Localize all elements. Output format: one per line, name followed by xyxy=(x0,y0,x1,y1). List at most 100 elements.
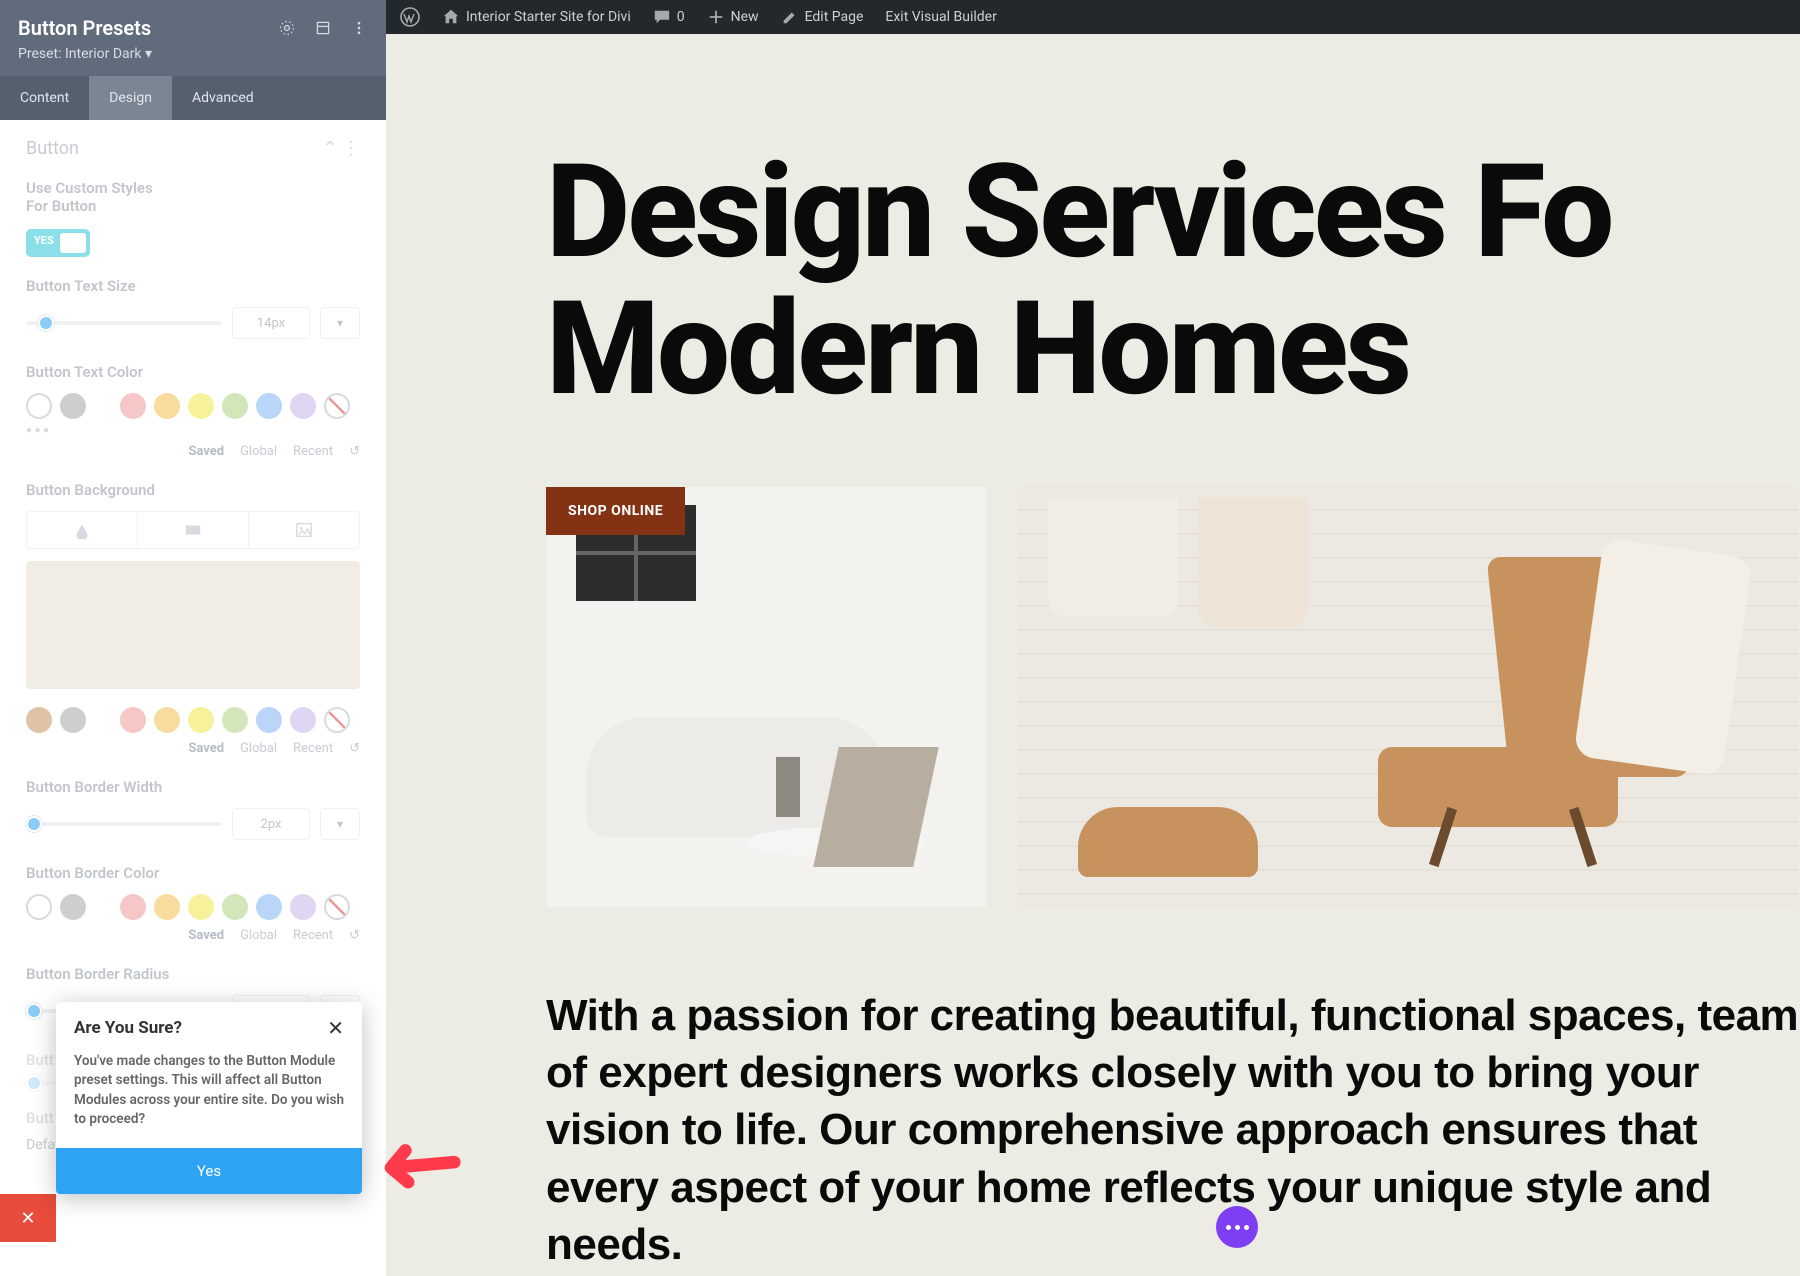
swatch[interactable] xyxy=(60,707,86,733)
new-label: New xyxy=(731,9,759,25)
confirm-modal: Are You Sure? ✕ You've made changes to t… xyxy=(56,1002,362,1194)
exit-vb-label: Exit Visual Builder xyxy=(885,9,996,25)
meta-recent[interactable]: Recent xyxy=(293,928,333,943)
swatch-none[interactable] xyxy=(324,707,350,733)
swatch[interactable] xyxy=(222,393,248,419)
swatch[interactable] xyxy=(290,894,316,920)
swatch[interactable] xyxy=(120,707,146,733)
hero-line1: Design Services Fo xyxy=(546,144,1800,281)
swatch-none[interactable] xyxy=(324,393,350,419)
edit-page-label: Edit Page xyxy=(805,9,864,25)
new-link[interactable]: New xyxy=(707,8,759,26)
more-icon[interactable] xyxy=(350,19,368,37)
page-preview: Design Services Fo Modern Homes SHOP ONL… xyxy=(386,34,1800,1276)
swatch[interactable] xyxy=(222,894,248,920)
swatches-text-color xyxy=(0,387,386,423)
swatch[interactable] xyxy=(222,707,248,733)
preset-select[interactable]: Preset: Interior Dark ▾ xyxy=(0,46,386,76)
edit-page-link[interactable]: Edit Page xyxy=(781,8,864,26)
modal-title: Are You Sure? xyxy=(74,1018,182,1038)
swatch[interactable] xyxy=(188,707,214,733)
shop-online-button[interactable]: SHOP ONLINE xyxy=(546,487,685,535)
panel-title: Button Presets xyxy=(18,16,151,40)
comments-count: 0 xyxy=(677,9,685,25)
meta-saved[interactable]: Saved xyxy=(188,444,224,459)
site-name-link[interactable]: Interior Starter Site for Divi xyxy=(442,8,631,26)
swatch[interactable] xyxy=(256,393,282,419)
swatch[interactable] xyxy=(60,393,86,419)
responsive-icon[interactable] xyxy=(314,19,332,37)
swatches-bg xyxy=(0,701,386,737)
swatch[interactable] xyxy=(26,707,52,733)
modal-yes-button[interactable]: Yes xyxy=(56,1148,362,1194)
bg-type-tabs xyxy=(26,511,360,549)
text-size-value[interactable]: 14px xyxy=(232,307,310,339)
swatch[interactable] xyxy=(120,393,146,419)
tab-content[interactable]: Content xyxy=(0,76,89,120)
reset-icon[interactable]: ↺ xyxy=(349,444,360,459)
swatches-border xyxy=(0,888,386,924)
section-button-title: Button xyxy=(26,138,79,159)
meta-recent[interactable]: Recent xyxy=(293,444,333,459)
comments-link[interactable]: 0 xyxy=(653,8,685,26)
toggle-use-custom[interactable]: YES xyxy=(26,229,90,257)
meta-saved[interactable]: Saved xyxy=(188,741,224,756)
exit-visual-builder-link[interactable]: Exit Visual Builder xyxy=(885,9,996,25)
toggle-yes-label: YES xyxy=(34,234,54,247)
swatch[interactable] xyxy=(188,393,214,419)
image-gallery: SHOP ONLINE xyxy=(386,417,1800,907)
reset-icon[interactable]: ↺ xyxy=(349,928,360,943)
preset-label: Preset: Interior Dark xyxy=(18,46,142,62)
wp-admin-bar: Interior Starter Site for Divi 0 New Edi… xyxy=(386,0,1800,34)
meta-global[interactable]: Global xyxy=(240,741,277,756)
slider-text-size[interactable] xyxy=(26,321,222,325)
bg-tab-gradient[interactable] xyxy=(138,512,249,548)
swatch[interactable] xyxy=(188,894,214,920)
slider-border-width[interactable] xyxy=(26,822,222,826)
meta-recent[interactable]: Recent xyxy=(293,741,333,756)
swatch[interactable] xyxy=(60,894,86,920)
swatch[interactable] xyxy=(154,707,180,733)
swatch[interactable] xyxy=(256,707,282,733)
modal-body: You've made changes to the Button Module… xyxy=(56,1048,362,1148)
settings-tabs: Content Design Advanced xyxy=(0,76,386,120)
bg-preview[interactable] xyxy=(26,561,360,689)
close-icon: ✕ xyxy=(20,1208,35,1229)
meta-global[interactable]: Global xyxy=(240,444,277,459)
meta-saved[interactable]: Saved xyxy=(188,928,224,943)
label-border-color: Button Border Color xyxy=(0,858,386,888)
swatch[interactable] xyxy=(154,393,180,419)
gallery-image-1: SHOP ONLINE xyxy=(546,487,986,907)
label-border-width: Button Border Width xyxy=(0,772,386,802)
swatch[interactable] xyxy=(26,393,52,419)
tab-design[interactable]: Design xyxy=(89,76,172,120)
modal-close-button[interactable]: ✕ xyxy=(327,1018,344,1038)
swatch-picker[interactable] xyxy=(26,894,52,920)
swatch[interactable] xyxy=(154,894,180,920)
label-background: Button Background xyxy=(0,475,386,505)
unit-select[interactable]: ▾ xyxy=(320,307,360,339)
swatch[interactable] xyxy=(290,393,316,419)
swatch[interactable] xyxy=(120,894,146,920)
sidebar-header: Button Presets Preset: Interior Dark ▾ C… xyxy=(0,0,386,120)
bg-tab-color[interactable] xyxy=(27,512,138,548)
swatch[interactable] xyxy=(256,894,282,920)
meta-global[interactable]: Global xyxy=(240,928,277,943)
label-use-custom: Use Custom Styles For Button xyxy=(0,173,180,221)
unit-select[interactable]: ▾ xyxy=(320,808,360,840)
chevron-down-icon: ▾ xyxy=(145,46,152,62)
reset-icon[interactable]: ↺ xyxy=(349,741,360,756)
border-width-value[interactable]: 2px xyxy=(232,808,310,840)
wp-logo-icon[interactable] xyxy=(400,7,420,27)
help-icon[interactable] xyxy=(278,19,296,37)
bg-tab-image[interactable] xyxy=(249,512,359,548)
cancel-button[interactable]: ✕ xyxy=(0,1194,56,1242)
hero-title: Design Services Fo Modern Homes xyxy=(386,34,1800,417)
collapse-icon[interactable]: ⌃ ⋮ xyxy=(322,138,360,159)
site-name: Interior Starter Site for Divi xyxy=(466,9,631,25)
tab-advanced[interactable]: Advanced xyxy=(172,76,274,120)
swatch-none[interactable] xyxy=(324,894,350,920)
hero-line2: Modern Homes xyxy=(546,281,1800,418)
swatch[interactable] xyxy=(290,707,316,733)
builder-fab[interactable] xyxy=(1216,1206,1258,1248)
